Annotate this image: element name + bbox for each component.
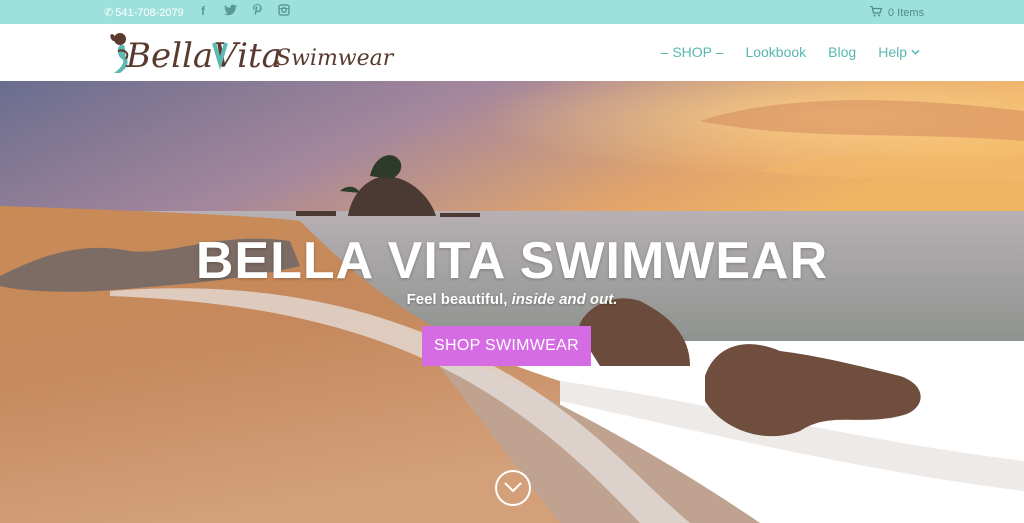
site-header: BellaVita Swimwear – SHOP – Lookbook Blo… — [0, 24, 1024, 81]
nav-help-label: Help — [878, 44, 907, 60]
hero-title: BELLA VITA SWIMWEAR — [195, 232, 829, 290]
hero-subtitle: Feel beautiful, inside and out. — [0, 291, 1024, 308]
instagram-icon[interactable] — [277, 4, 291, 18]
phone-icon: ✆ — [104, 7, 114, 19]
nav-lookbook[interactable]: Lookbook — [745, 44, 806, 60]
cart-link[interactable]: 0 Items — [870, 5, 925, 20]
phone-number: 541-708-2079 — [115, 6, 184, 19]
hero-subtitle-italic: inside and out. — [511, 291, 618, 308]
chevron-down-icon — [911, 49, 920, 55]
hero-subtitle-plain: Feel beautiful, — [406, 291, 512, 308]
nav-shop[interactable]: – SHOP – — [661, 44, 724, 60]
nav-blog-label: Blog — [828, 44, 857, 60]
cart-count: 0 Items — [888, 7, 925, 19]
shop-swimwear-button[interactable]: SHOP SWIMWEAR — [422, 326, 591, 366]
twitter-icon[interactable] — [223, 4, 237, 18]
social-links: f — [196, 4, 291, 18]
pinterest-icon[interactable] — [250, 4, 264, 18]
nav-help[interactable]: Help — [878, 44, 920, 60]
nav-blog[interactable]: Blog — [828, 44, 856, 60]
top-bar: ✆ 541-708-2079 f 0 Items — [0, 0, 1024, 24]
main-nav: – SHOP – Lookbook Blog Help — [661, 44, 920, 60]
hero-section: BELLA VITA SWIMWEAR Feel beautiful, insi… — [0, 81, 1024, 523]
nav-shop-label: – SHOP – — [660, 44, 724, 60]
logo-script: Swimwear — [276, 46, 395, 71]
nav-lookbook-label: Lookbook — [745, 44, 807, 60]
facebook-icon[interactable]: f — [196, 4, 210, 18]
phone-contact[interactable]: ✆ 541-708-2079 — [104, 6, 184, 20]
chevron-down-icon — [504, 479, 522, 497]
logo-wordmark: BellaVita — [125, 36, 282, 76]
site-logo[interactable]: BellaVita Swimwear — [106, 29, 402, 77]
scroll-down-button[interactable] — [495, 470, 531, 506]
cart-icon — [870, 5, 883, 20]
